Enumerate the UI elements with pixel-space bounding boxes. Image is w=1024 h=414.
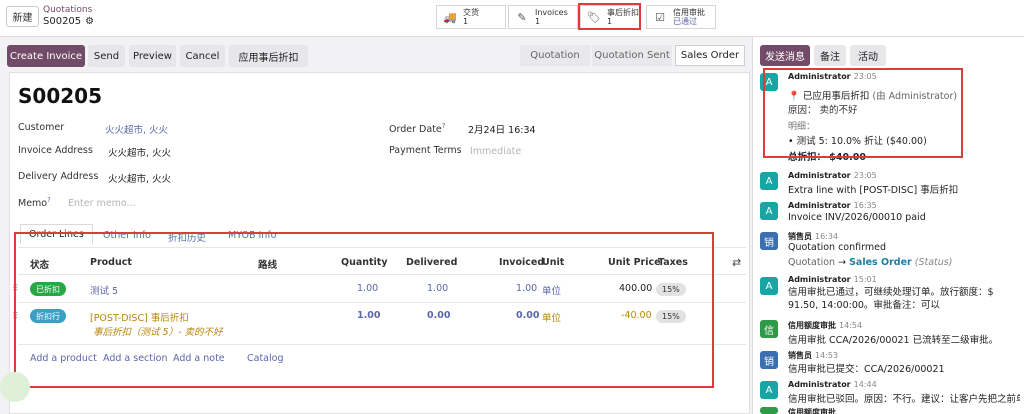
status-quotation-sent[interactable]: Quotation Sent [592, 45, 672, 66]
message-author: 信用额度审批 [788, 408, 836, 414]
avatar[interactable]: A [760, 202, 778, 220]
author-name: Administrator [788, 380, 851, 389]
message-time: 16:35 [853, 201, 877, 210]
delivery-address-field[interactable]: 火火超市, 火火 [108, 171, 171, 185]
column-settings-icon[interactable]: ⇄ [732, 256, 741, 269]
order-date-label-text: Order Date [389, 124, 442, 136]
new-button[interactable]: 新建 [6, 6, 39, 27]
smart-label: Invoices [535, 8, 568, 17]
old-status: Quotation [788, 257, 836, 268]
message-author: 销售员 16:34 [788, 231, 838, 242]
highlight-box [14, 232, 714, 388]
order-date-label: Order Date? [389, 122, 445, 135]
message-author: Administrator 23:05 [788, 171, 877, 180]
message-line: 信用审批已通过，可继续处理订单。放行额度：$ 91.50, 14:00:00。审… [788, 287, 994, 311]
message-author: Administrator 16:35 [788, 201, 877, 210]
message-time: 16:34 [815, 232, 839, 241]
smart-button-invoices[interactable]: ✎ Invoices 1 [508, 5, 578, 29]
message-line: 信用审批 CCA/2026/00021 已流转至二级审批。 [788, 335, 999, 346]
note-button[interactable]: 备注 [814, 45, 846, 66]
avatar[interactable]: A [760, 381, 778, 399]
smart-label: 信用审批 [673, 8, 705, 17]
page-title: S00205 [18, 84, 102, 108]
avatar[interactable]: A [760, 277, 778, 295]
message-line: Extra line with [POST-DISC] 事后折扣 [788, 185, 959, 196]
status-change: Quotation → Sales Order (Status) [788, 257, 952, 268]
memo-input[interactable]: Enter memo... [68, 198, 136, 209]
memo-label: Memo? [18, 196, 51, 209]
smart-button-credit[interactable]: ☑ 信用审批 已通过 [646, 5, 716, 29]
author-name: 销售员 [788, 232, 812, 241]
payment-terms-label: Payment Terms [389, 145, 462, 156]
author-name: Administrator [788, 275, 851, 284]
smart-value: 已通过 [673, 17, 697, 26]
author-name: Administrator [788, 171, 851, 180]
author-name: Administrator [788, 201, 851, 210]
truck-icon: 🚚 [443, 10, 457, 24]
message-time: 14:54 [839, 321, 863, 330]
decorative-circle [0, 372, 30, 402]
edit-icon: ✎ [517, 10, 527, 24]
message-time: 15:01 [853, 275, 877, 284]
delivery-address-label: Delivery Address [18, 171, 99, 182]
message-time: 14:53 [815, 351, 839, 360]
author-name: 销售员 [788, 351, 812, 360]
message-author: 销售员 14:53 [788, 350, 838, 361]
message-author: Administrator 15:01 [788, 275, 877, 284]
smart-value: 1 [535, 17, 541, 26]
send-message-button[interactable]: 发送消息 [760, 45, 810, 66]
author-name: 信用额度审批 [788, 321, 836, 330]
smart-label: 交货 [463, 8, 479, 17]
activity-button[interactable]: 活动 [850, 45, 886, 66]
breadcrumb-parent[interactable]: Quotations [43, 5, 92, 15]
customer-field[interactable]: 火火超市, 火火 [105, 122, 168, 136]
message-line: 信用审批已驳回。原因：不行。建议：让客户先把之前单 [788, 394, 1020, 405]
status-quotation[interactable]: Quotation [520, 45, 590, 66]
customer-label: Customer [18, 122, 65, 133]
record-name: S00205 [43, 16, 82, 27]
order-date-field[interactable]: 2月24日 16:34 [468, 122, 536, 136]
memo-help-icon[interactable]: ? [47, 196, 51, 204]
message-line: Quotation confirmed [788, 242, 886, 253]
order-date-help-icon[interactable]: ? [442, 122, 446, 130]
top-bar: 新建 Quotations S00205 ⚙ 🚚 交货 1 ✎ Invoices 1… [0, 0, 1024, 37]
create-invoice-button[interactable]: Create Invoice [7, 45, 85, 67]
new-status: Sales Order [849, 257, 912, 268]
message-author: Administrator 14:44 [788, 380, 877, 389]
avatar[interactable] [760, 407, 778, 414]
smart-value: 1 [463, 17, 469, 26]
check-icon: ☑ [655, 10, 665, 24]
avatar[interactable]: 信 [760, 320, 778, 338]
arrow-icon: → [838, 257, 847, 268]
message-time: 14:44 [853, 380, 877, 389]
payment-terms-field[interactable]: Immediate [470, 146, 521, 157]
gear-icon[interactable]: ⚙ [85, 16, 94, 27]
highlight-box [578, 3, 641, 30]
message-time: 23:05 [853, 171, 877, 180]
invoice-address-field[interactable]: 火火超市, 火火 [108, 145, 171, 159]
avatar[interactable]: A [760, 172, 778, 190]
breadcrumb-current: S00205 ⚙ [43, 16, 94, 27]
apply-discount-button[interactable]: 应用事后折扣 [229, 45, 308, 67]
avatar[interactable]: 销 [760, 232, 778, 250]
invoice-address-label: Invoice Address [18, 145, 93, 156]
message-line: 信用审批已提交：CCA/2026/00021 [788, 364, 945, 375]
memo-label-text: Memo [18, 198, 48, 210]
message-author: 信用额度审批 14:54 [788, 320, 862, 331]
avatar[interactable]: 销 [760, 351, 778, 369]
highlight-box [763, 68, 963, 158]
status-sales-order[interactable]: Sales Order [675, 45, 745, 66]
preview-button[interactable]: Preview [129, 45, 176, 67]
message-line: Invoice INV/2026/00010 paid [788, 212, 926, 223]
cancel-button[interactable]: Cancel [180, 45, 225, 67]
smart-button-delivery[interactable]: 🚚 交货 1 [436, 5, 506, 29]
status-field: (Status) [914, 257, 953, 268]
send-button[interactable]: Send [88, 45, 125, 67]
